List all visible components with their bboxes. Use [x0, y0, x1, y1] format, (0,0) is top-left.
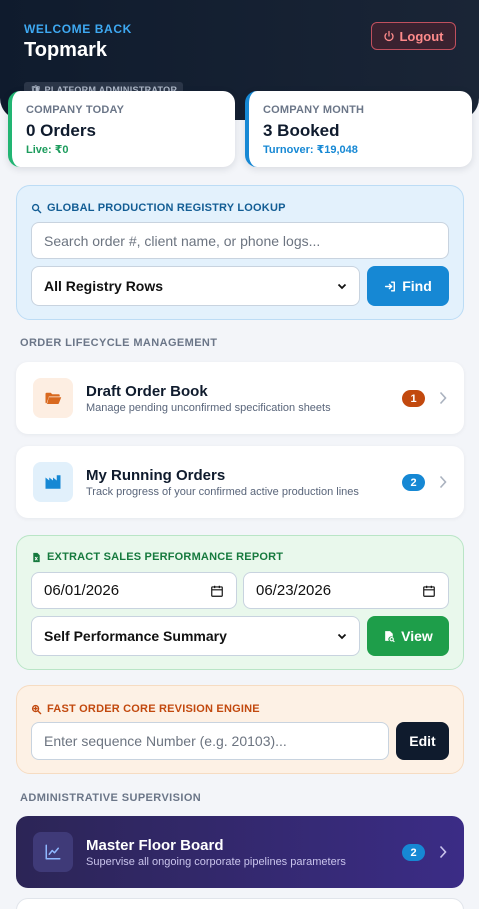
edit-button[interactable]: Edit — [396, 722, 449, 760]
chevron-right-icon — [439, 475, 447, 489]
search-plus-icon — [31, 704, 42, 714]
stat-sub: Turnover: ₹19,048 — [263, 144, 358, 156]
view-label: View — [401, 628, 433, 644]
find-label: Find — [402, 278, 432, 294]
chevron-down-icon — [337, 633, 347, 640]
stat-label: COMPANY TODAY — [26, 104, 125, 116]
count-badge: 1 — [402, 390, 425, 407]
stat-value: 0 Orders — [26, 121, 96, 140]
nav-title: My Running Orders — [86, 467, 226, 484]
search-icon — [31, 203, 42, 213]
welcome-label: WELCOME BACK — [24, 22, 132, 36]
chart-line-icon — [45, 844, 61, 860]
logout-label: Logout — [399, 28, 444, 44]
logout-button[interactable]: Logout — [371, 22, 456, 50]
find-button[interactable]: Find — [367, 266, 449, 306]
nav-icon-box — [33, 462, 73, 502]
sign-in-icon — [385, 280, 396, 292]
view-report-button[interactable]: View — [367, 616, 449, 656]
nav-icon-box — [33, 378, 73, 418]
lifecycle-heading: ORDER LIFECYCLE MANAGEMENT — [20, 337, 218, 349]
factory-icon — [45, 475, 61, 489]
nav-icon-box — [33, 832, 73, 872]
nav-title: Master Floor Board — [86, 837, 224, 854]
start-date-input[interactable]: 06/01/2026 — [31, 572, 237, 609]
count-badge: 2 — [402, 844, 425, 861]
report-type-value: Self Performance Summary — [44, 628, 227, 644]
nav-desc: Track progress of your confirmed active … — [86, 486, 359, 498]
start-date-value: 06/01/2026 — [44, 582, 120, 599]
count-badge: 2 — [402, 474, 425, 491]
end-date-input[interactable]: 06/23/2026 — [243, 572, 449, 609]
file-search-icon — [385, 630, 395, 642]
file-excel-icon — [33, 552, 40, 562]
nav-title: Draft Order Book — [86, 383, 208, 400]
calendar-icon — [211, 585, 223, 597]
sales-report-panel: EXTRACT SALES PERFORMANCE REPORT 06/01/2… — [16, 535, 464, 670]
folder-open-icon — [45, 392, 62, 405]
stat-sub: Live: ₹0 — [26, 144, 69, 156]
stat-card-month: COMPANY MONTH 3 Booked Turnover: ₹19,048 — [245, 91, 472, 167]
stat-label: COMPANY MONTH — [263, 104, 365, 116]
revision-title: FAST ORDER CORE REVISION ENGINE — [31, 703, 260, 715]
end-date-value: 06/23/2026 — [256, 582, 332, 599]
report-title: EXTRACT SALES PERFORMANCE REPORT — [31, 551, 283, 563]
admin-heading: ADMINISTRATIVE SUPERVISION — [20, 792, 202, 804]
registry-filter-value: All Registry Rows — [44, 278, 164, 294]
nav-desc: Manage pending unconfirmed specification… — [86, 402, 331, 414]
sequence-number-input[interactable] — [31, 722, 389, 760]
chevron-right-icon — [439, 391, 447, 405]
registry-search-input[interactable] — [31, 222, 449, 259]
nav-desc: Supervise all ongoing corporate pipeline… — [86, 856, 346, 868]
registry-title-label: GLOBAL PRODUCTION REGISTRY LOOKUP — [47, 202, 286, 214]
registry-title: GLOBAL PRODUCTION REGISTRY LOOKUP — [31, 202, 286, 214]
registry-filter-select[interactable]: All Registry Rows — [31, 266, 360, 306]
next-admin-card[interactable] — [16, 898, 464, 909]
registry-lookup-panel: GLOBAL PRODUCTION REGISTRY LOOKUP All Re… — [16, 185, 464, 320]
report-type-select[interactable]: Self Performance Summary — [31, 616, 360, 656]
nav-master-floor-board[interactable]: Master Floor Board Supervise all ongoing… — [16, 816, 464, 888]
stat-card-today: COMPANY TODAY 0 Orders Live: ₹0 — [8, 91, 235, 167]
stat-value: 3 Booked — [263, 121, 340, 140]
nav-running-orders[interactable]: My Running Orders Track progress of your… — [16, 446, 464, 518]
calendar-icon — [423, 585, 435, 597]
chevron-down-icon — [337, 283, 347, 290]
nav-draft-order-book[interactable]: Draft Order Book Manage pending unconfir… — [16, 362, 464, 434]
report-title-label: EXTRACT SALES PERFORMANCE REPORT — [47, 551, 284, 563]
user-name: Topmark — [24, 39, 107, 61]
revision-title-label: FAST ORDER CORE REVISION ENGINE — [47, 703, 260, 715]
revision-engine-panel: FAST ORDER CORE REVISION ENGINE Edit — [16, 685, 464, 774]
power-icon — [384, 30, 395, 42]
chevron-right-icon — [439, 845, 447, 859]
